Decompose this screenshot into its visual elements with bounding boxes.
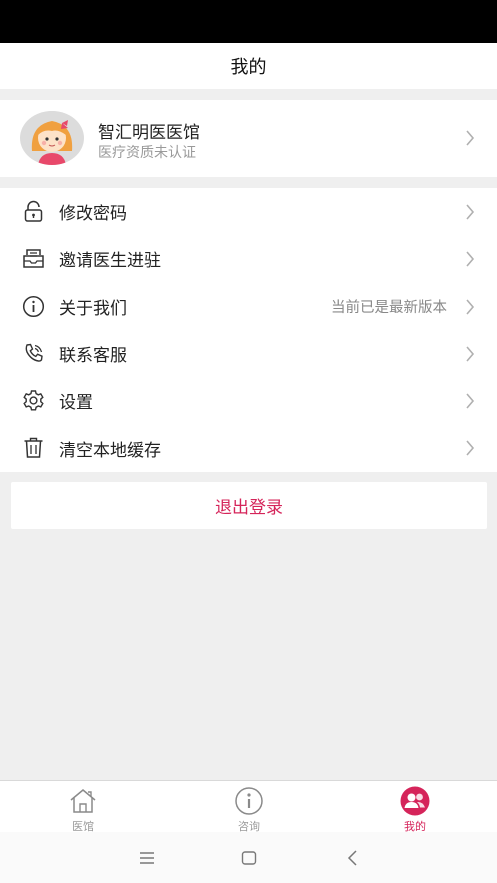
menu-item-settings[interactable]: 设置 bbox=[0, 377, 497, 424]
logout-button[interactable]: 退出登录 bbox=[11, 482, 487, 529]
tab-consult[interactable]: 咨询 bbox=[166, 781, 332, 833]
chevron-right-icon bbox=[465, 393, 475, 409]
menu-item-contact-service[interactable]: 联系客服 bbox=[0, 330, 497, 377]
avatar bbox=[20, 111, 84, 165]
menu-item-invite-doctor[interactable]: 邀请医生进驻 bbox=[0, 235, 497, 282]
profile-card[interactable]: 智汇明医医馆 医疗资质未认证 bbox=[0, 100, 497, 177]
menu-label: 邀请医生进驻 bbox=[59, 251, 161, 272]
chevron-right-icon bbox=[465, 346, 475, 362]
chevron-right-icon bbox=[465, 204, 475, 220]
status-bar bbox=[0, 0, 497, 43]
system-nav-bar bbox=[0, 832, 497, 883]
menu-list: 修改密码 邀请医生进驻 关于我们 当前已是最新版本 联系客服 设置 清空本地缓存 bbox=[0, 188, 497, 472]
menu-label: 联系客服 bbox=[59, 346, 127, 367]
back-icon[interactable] bbox=[343, 848, 363, 868]
tab-bar: 医馆 咨询 我的 bbox=[0, 780, 497, 833]
trash-icon bbox=[22, 436, 45, 459]
tab-mine[interactable]: 我的 bbox=[332, 781, 497, 833]
envelope-icon bbox=[22, 247, 45, 270]
menu-item-clear-cache[interactable]: 清空本地缓存 bbox=[0, 424, 497, 471]
profile-name: 智汇明医医馆 bbox=[98, 123, 200, 143]
tab-clinic[interactable]: 医馆 bbox=[0, 781, 166, 833]
profile-status: 医疗资质未认证 bbox=[98, 145, 196, 161]
page-title: 我的 bbox=[230, 57, 267, 78]
chevron-right-icon bbox=[465, 440, 475, 457]
version-status: 当前已是最新版本 bbox=[331, 299, 447, 316]
menu-label: 清空本地缓存 bbox=[59, 440, 161, 461]
info-circle-icon bbox=[234, 786, 264, 816]
gear-icon bbox=[22, 389, 45, 412]
nav-bar: 我的 bbox=[0, 43, 497, 89]
menu-label: 设置 bbox=[59, 393, 93, 414]
phone-icon bbox=[22, 342, 45, 365]
logout-label: 退出登录 bbox=[215, 498, 283, 518]
menu-item-change-password[interactable]: 修改密码 bbox=[0, 188, 497, 235]
user-group-icon bbox=[400, 786, 430, 816]
home-square-icon[interactable] bbox=[239, 848, 259, 868]
girl-avatar-icon bbox=[25, 111, 79, 165]
home-icon bbox=[68, 786, 98, 816]
menu-label: 关于我们 bbox=[59, 298, 127, 319]
chevron-right-icon bbox=[465, 299, 475, 315]
chevron-right-icon bbox=[465, 130, 475, 146]
info-icon bbox=[22, 295, 45, 318]
menu-item-about-us[interactable]: 关于我们 当前已是最新版本 bbox=[0, 283, 497, 330]
chevron-right-icon bbox=[465, 251, 475, 267]
lock-icon bbox=[22, 200, 45, 223]
menu-label: 修改密码 bbox=[59, 204, 127, 225]
menu-icon[interactable] bbox=[137, 848, 157, 868]
